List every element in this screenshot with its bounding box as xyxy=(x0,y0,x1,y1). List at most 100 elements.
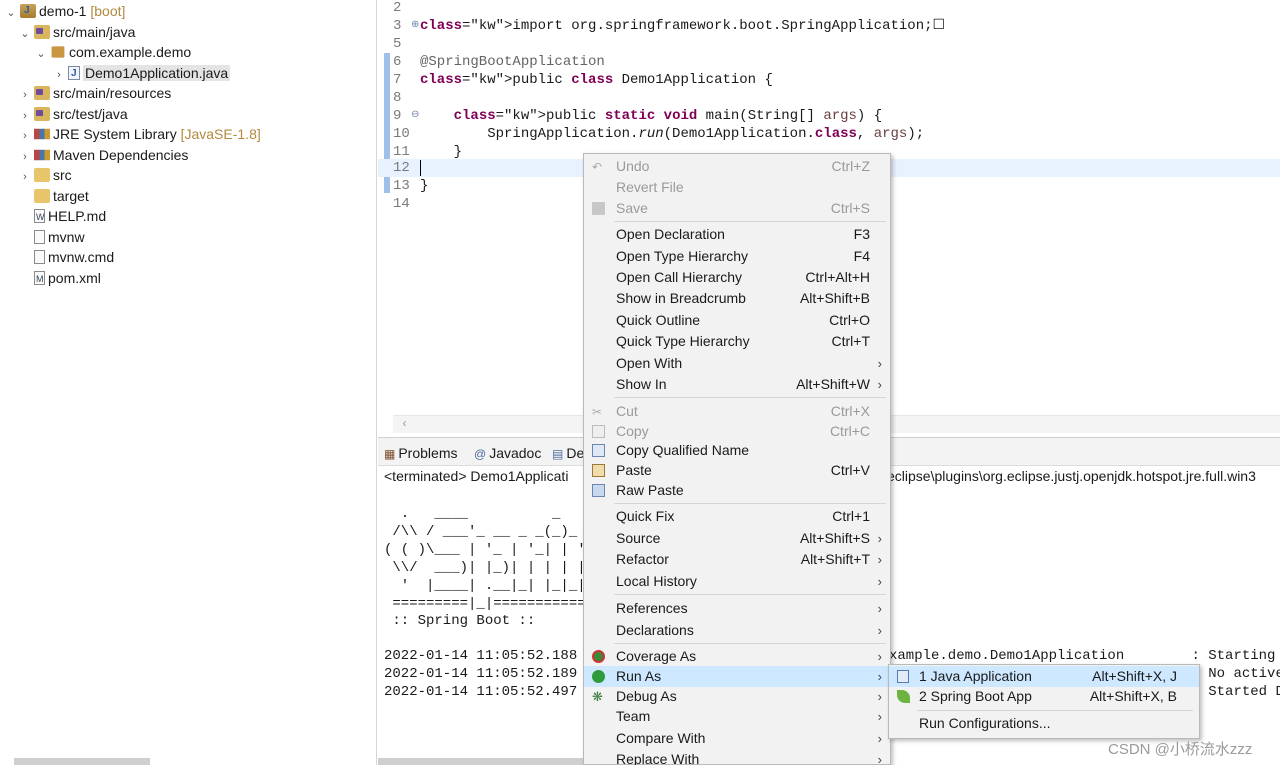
chevron-right-icon[interactable]: › xyxy=(18,147,32,167)
tree-item-src[interactable]: › src xyxy=(18,165,72,185)
menu-item-open-declaration[interactable]: Open Declaration F3 xyxy=(584,224,890,245)
menu-item-java-application[interactable]: 1 Java Application Alt+Shift+X, J xyxy=(889,666,1199,687)
menu-item-label: Save xyxy=(616,200,648,216)
menu-item-revert-file[interactable]: Revert File xyxy=(584,177,890,198)
tree-item-project[interactable]: ⌄ demo-1 [boot] xyxy=(4,1,125,21)
chevron-right-icon[interactable]: › xyxy=(18,85,32,105)
chevron-right-icon[interactable]: › xyxy=(52,65,66,85)
menu-separator xyxy=(614,503,886,504)
tree-item-src-test-java[interactable]: › src/test/java xyxy=(18,104,128,124)
console-horizontal-scrollbar[interactable] xyxy=(378,758,588,765)
menu-item-debug-as[interactable]: ❋ Debug As › xyxy=(584,686,890,707)
package-icon xyxy=(51,46,65,58)
chevron-down-icon[interactable]: ⌄ xyxy=(18,24,32,44)
tab-declaration[interactable]: ▤ De xyxy=(552,443,584,463)
menu-item-quick-fix[interactable]: Quick Fix Ctrl+1 xyxy=(584,506,890,527)
tab-label: Javadoc xyxy=(489,445,542,461)
watermark: CSDN @小桥流水zzz xyxy=(1108,741,1253,758)
code-line: 8 xyxy=(378,89,1280,107)
menu-item-open-type-hierarchy[interactable]: Open Type Hierarchy F4 xyxy=(584,246,890,267)
menu-item-coverage-as[interactable]: Coverage As › xyxy=(584,646,890,667)
menu-item-open-with[interactable]: Open With › xyxy=(584,353,890,374)
tree-item-jre-library[interactable]: › JRE System Library [JavaSE-1.8] xyxy=(18,124,261,144)
menu-item-source[interactable]: Source Alt+Shift+S › xyxy=(584,528,890,549)
chevron-right-icon[interactable]: › xyxy=(18,106,32,126)
menu-item-undo[interactable]: ↶ Undo Ctrl+Z xyxy=(584,156,890,177)
raw-paste-icon xyxy=(592,484,605,497)
menu-item-run-as[interactable]: Run As › xyxy=(584,666,890,687)
code-line: 5 xyxy=(378,35,1280,53)
fold-collapse-icon[interactable]: ⊖ xyxy=(411,107,419,125)
menu-item-open-call-hierarchy[interactable]: Open Call Hierarchy Ctrl+Alt+H xyxy=(584,267,890,288)
menu-item-local-history[interactable]: Local History › xyxy=(584,571,890,592)
menu-item-shortcut: Ctrl+C xyxy=(829,423,870,439)
menu-item-copy[interactable]: Copy Ctrl+C xyxy=(584,421,890,442)
tree-item-label: src/main/java xyxy=(53,24,136,40)
chevron-right-icon[interactable]: › xyxy=(18,167,32,187)
menu-item-show-in[interactable]: Show In Alt+Shift+W › xyxy=(584,374,890,395)
tree-item-label: mvnw xyxy=(48,229,85,245)
tree-item-src-main-resources[interactable]: › src/main/resources xyxy=(18,83,171,103)
code-text: class="kw">public class Demo1Application… xyxy=(420,72,773,88)
menu-item-compare-with[interactable]: Compare With › xyxy=(584,728,890,749)
menu-item-label: Raw Paste xyxy=(616,482,684,498)
undo-icon: ↶ xyxy=(592,160,603,174)
menu-item-label: Paste xyxy=(616,462,652,478)
tree-item-java-file[interactable]: › Demo1Application.java xyxy=(52,63,231,85)
tree-item-src-main-java[interactable]: ⌄ src/main/java xyxy=(18,22,135,42)
tree-item-package[interactable]: ⌄ com.example.demo xyxy=(34,42,191,62)
tree-item-pom-xml[interactable]: pom.xml xyxy=(18,268,101,289)
menu-item-save[interactable]: Save Ctrl+S xyxy=(584,198,890,219)
tab-javadoc[interactable]: @ Javadoc xyxy=(474,443,541,463)
tree-item-mvnw-cmd[interactable]: mvnw.cmd xyxy=(18,247,114,267)
chevron-right-icon[interactable]: › xyxy=(18,126,32,146)
menu-item-paste[interactable]: Paste Ctrl+V xyxy=(584,460,890,481)
log-timestamp: 2022-01-14 11:05:52.188 xyxy=(384,648,578,664)
menu-item-copy-qualified-name[interactable]: Copy Qualified Name xyxy=(584,440,890,461)
code-line: 6 @SpringBootApplication xyxy=(378,53,1280,71)
menu-item-show-in-breadcrumb[interactable]: Show in Breadcrumb Alt+Shift+B xyxy=(584,288,890,309)
banner-line: :: Spring Boot :: xyxy=(384,613,536,629)
menu-item-shortcut: Alt+Shift+B xyxy=(799,290,870,306)
line-number: 10 xyxy=(393,126,410,142)
menu-item-label: Declarations xyxy=(616,622,694,638)
tree-item-help-md[interactable]: HELP.md xyxy=(18,206,106,227)
chevron-down-icon[interactable]: ⌄ xyxy=(4,3,18,23)
tree-item-maven-dependencies[interactable]: › Maven Dependencies xyxy=(18,145,188,165)
menu-item-spring-boot-app[interactable]: 2 Spring Boot App Alt+Shift+X, B xyxy=(889,686,1199,707)
menu-item-shortcut: Alt+Shift+W xyxy=(796,376,870,392)
submenu-arrow-icon: › xyxy=(877,552,882,567)
menu-item-cut[interactable]: ✂ Cut Ctrl+X xyxy=(584,401,890,422)
horizontal-scrollbar[interactable] xyxy=(14,758,150,765)
tree-item-label: src xyxy=(53,167,72,183)
banner-line: . ____ _ xyxy=(384,506,561,522)
menu-item-references[interactable]: References › xyxy=(584,598,890,619)
menu-item-raw-paste[interactable]: Raw Paste xyxy=(584,480,890,501)
tab-problems[interactable]: ▦ Problems xyxy=(384,443,457,463)
tree-item-mvnw[interactable]: mvnw xyxy=(18,227,85,247)
menu-item-label: Team xyxy=(616,708,651,724)
copy-qualified-icon xyxy=(592,444,605,457)
xml-file-icon xyxy=(34,269,45,289)
menu-item-label: Cut xyxy=(616,403,638,419)
fold-expand-icon[interactable]: ⊕ xyxy=(411,17,419,35)
menu-item-quick-outline[interactable]: Quick Outline Ctrl+O xyxy=(584,310,890,331)
code-text: class="kw">import org.springframework.bo… xyxy=(420,18,946,34)
menu-separator xyxy=(614,221,886,222)
menu-item-run-configurations[interactable]: Run Configurations... xyxy=(889,713,1199,734)
tree-item-target[interactable]: target xyxy=(18,186,89,206)
menu-item-team[interactable]: Team › xyxy=(584,706,890,727)
tab-label: De xyxy=(566,445,585,461)
submenu-arrow-icon: › xyxy=(877,356,882,371)
project-icon xyxy=(20,1,36,21)
scroll-left-icon[interactable]: ‹ xyxy=(401,417,408,431)
menu-item-replace-with[interactable]: Replace With › xyxy=(584,749,890,765)
submenu-arrow-icon: › xyxy=(877,709,882,724)
chevron-down-icon[interactable]: ⌄ xyxy=(34,44,48,64)
menu-item-refactor[interactable]: Refactor Alt+Shift+T › xyxy=(584,549,890,570)
menu-item-declarations[interactable]: Declarations › xyxy=(584,620,890,641)
menu-item-shortcut: Ctrl+V xyxy=(830,462,870,478)
log-timestamp: 2022-01-14 11:05:52.189 xyxy=(384,666,578,682)
save-icon xyxy=(592,202,605,215)
menu-item-quick-type-hierarchy[interactable]: Quick Type Hierarchy Ctrl+T xyxy=(584,331,890,352)
